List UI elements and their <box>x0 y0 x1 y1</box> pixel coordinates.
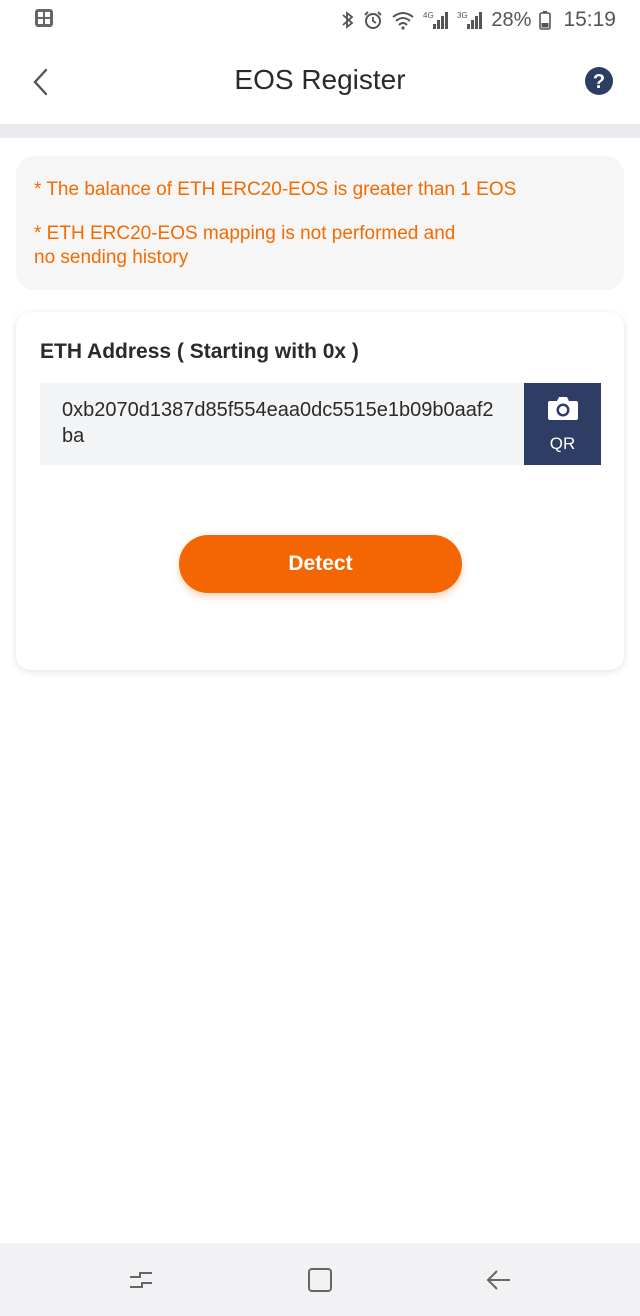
home-button[interactable] <box>305 1265 335 1295</box>
gallery-icon <box>34 8 54 33</box>
status-left <box>34 8 54 33</box>
top-bar: EOS Register ? <box>0 40 640 124</box>
notice-line-2: * ETH ERC20-EOS mapping is not performed… <box>34 223 456 268</box>
help-button[interactable]: ? <box>584 66 614 96</box>
clock: 15:19 <box>563 8 616 31</box>
back-icon <box>484 1270 514 1299</box>
wifi-icon <box>391 10 415 30</box>
page-title: EOS Register <box>234 64 406 95</box>
header-divider <box>0 124 640 138</box>
camera-icon <box>547 395 579 426</box>
recent-apps-button[interactable] <box>126 1265 156 1295</box>
status-right: 4G 3G 28% 15:19 <box>341 8 616 32</box>
status-bar: 4G 3G 28% 15:19 <box>0 0 640 40</box>
question-icon: ? <box>584 67 614 100</box>
battery-percent: 28% <box>491 8 532 31</box>
warning-notice: * The balance of ETH ERC20-EOS is greate… <box>16 156 624 290</box>
signal-3g-icon: 3G <box>457 10 483 30</box>
eth-address-field[interactable]: 0xb2070d1387d85f554eaa0dc5515e1b09b0aaf2… <box>40 383 524 465</box>
recent-apps-icon <box>126 1272 156 1299</box>
svg-text:4G: 4G <box>423 11 434 20</box>
qr-label: QR <box>549 433 576 453</box>
svg-text:?: ? <box>593 71 605 93</box>
signal-4g-icon: 4G <box>423 10 449 30</box>
notice-line-1: * The balance of ETH ERC20-EOS is greate… <box>34 179 517 200</box>
svg-text:3G: 3G <box>457 11 468 20</box>
address-card: ETH Address ( Starting with 0x ) 0xb2070… <box>16 312 624 670</box>
home-icon <box>305 1268 335 1299</box>
qr-scan-button[interactable]: QR <box>524 383 601 465</box>
bluetooth-icon <box>341 10 355 30</box>
battery-icon <box>539 10 552 30</box>
alarm-icon <box>363 10 383 30</box>
system-back-button[interactable] <box>484 1265 514 1295</box>
detect-button[interactable]: Detect <box>179 535 462 593</box>
eth-address-label: ETH Address ( Starting with 0x ) <box>40 340 359 363</box>
system-nav-bar <box>0 1243 640 1316</box>
